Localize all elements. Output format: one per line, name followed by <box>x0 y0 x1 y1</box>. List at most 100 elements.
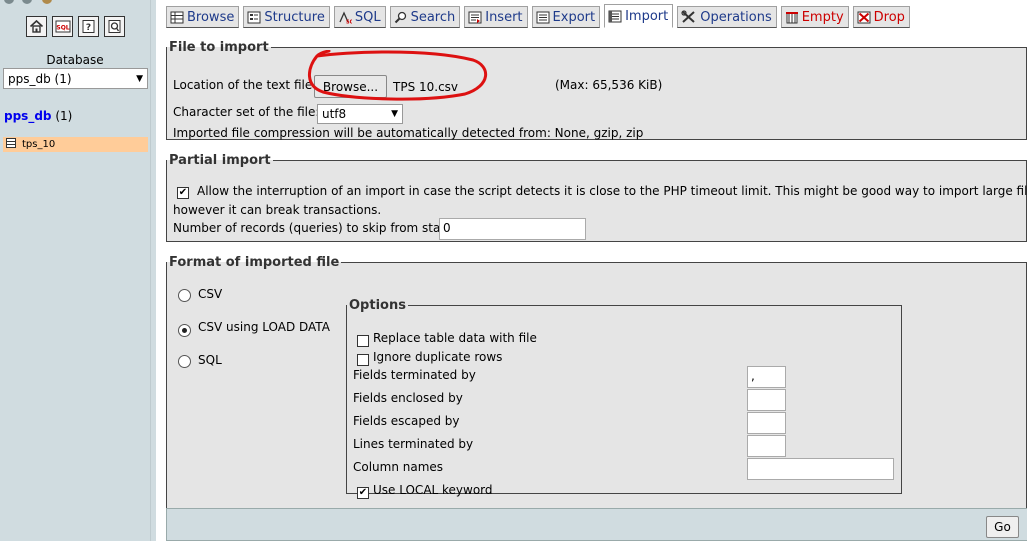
ignore-duplicates-label: Ignore duplicate rows <box>373 350 503 364</box>
tab-label: Import <box>625 8 669 24</box>
table-name[interactable]: tps_10 <box>22 139 55 150</box>
format-csv-label[interactable]: CSV <box>198 287 222 301</box>
operations-icon <box>681 10 695 23</box>
charset-select[interactable]: utf8 ▼ <box>317 104 403 124</box>
table-icon[interactable] <box>6 138 16 151</box>
svg-text:?: ? <box>86 23 91 33</box>
file-to-import-section: File to import Location of the text file… <box>166 40 1027 140</box>
database-label: Database <box>46 53 104 67</box>
tab-label: Insert <box>485 9 523 25</box>
file-to-import-legend: File to import <box>169 40 269 55</box>
radio-button[interactable] <box>178 355 191 368</box>
tab-label: Search <box>410 9 456 25</box>
tab-structure[interactable]: Structure <box>243 6 330 28</box>
export-icon <box>536 11 550 23</box>
replace-data-checkbox[interactable] <box>357 333 369 347</box>
database-link[interactable]: pps_db (1) <box>4 109 72 123</box>
tab-sql[interactable]: SQL SQL <box>333 6 386 28</box>
format-option-csv[interactable] <box>178 289 191 305</box>
sql-query-icon[interactable]: SQL <box>52 16 73 37</box>
navigation-sidebar: SQL ? Database pps_db (1) ▼ pps_db (1) t… <box>0 0 150 541</box>
partial-import-legend: Partial import <box>169 153 271 168</box>
radio-button[interactable] <box>178 289 191 302</box>
structure-icon <box>247 11 261 23</box>
home-icon[interactable] <box>26 16 47 37</box>
format-option-csv-load-data[interactable] <box>178 322 191 337</box>
go-button[interactable]: Go <box>986 516 1019 538</box>
radio-button[interactable] <box>178 324 191 337</box>
allow-interrupt-checkbox[interactable]: ✔ <box>177 185 189 199</box>
decorative-bump <box>42 0 52 4</box>
svg-text:SQL: SQL <box>56 25 69 32</box>
tab-label: Empty <box>801 9 844 25</box>
lines-terminated-label: Lines terminated by <box>353 437 474 451</box>
fields-enclosed-label: Fields enclosed by <box>353 391 463 405</box>
skip-records-input[interactable]: 0 <box>439 218 586 240</box>
partial-import-section: Partial import ✔ Allow the interruption … <box>166 153 1027 242</box>
browse-button[interactable]: Browse... <box>314 75 387 98</box>
sidebar-item-table[interactable]: tps_10 <box>3 137 148 152</box>
decorative-bump <box>4 0 14 4</box>
format-option-sql[interactable] <box>178 355 191 371</box>
sql-window-icon[interactable] <box>104 16 125 37</box>
tab-browse[interactable]: Browse <box>166 6 240 28</box>
column-names-label: Column names <box>353 460 444 474</box>
fields-escaped-label: Fields escaped by <box>353 414 460 428</box>
charset-label: Character set of the file: <box>173 105 320 119</box>
use-local-label: Use LOCAL keyword <box>373 483 493 497</box>
checkbox-box <box>357 334 369 347</box>
fields-enclosed-input[interactable] <box>747 389 786 411</box>
radio-selected-dot <box>182 328 187 333</box>
tab-insert[interactable]: Insert <box>464 6 528 28</box>
ignore-duplicates-checkbox[interactable] <box>357 352 369 366</box>
chevron-down-icon: ▼ <box>391 109 398 119</box>
tab-export[interactable]: Export <box>531 6 601 28</box>
svg-text:SQL: SQL <box>346 19 352 24</box>
allow-interrupt-label: Allow the interruption of an import in c… <box>197 184 1027 198</box>
tab-search[interactable]: Search <box>389 6 461 28</box>
tab-import[interactable]: Import <box>604 4 674 28</box>
format-sql-label[interactable]: SQL <box>198 353 222 367</box>
options-legend: Options <box>349 298 406 313</box>
chevron-down-icon: ▼ <box>136 73 143 84</box>
skip-records-label: Number of records (queries) to skip from… <box>173 221 451 235</box>
replace-data-label: Replace table data with file <box>373 331 537 345</box>
sql-icon: SQL <box>339 10 352 24</box>
tab-label: Browse <box>187 9 235 25</box>
drop-icon <box>857 11 871 23</box>
tab-empty[interactable]: Empty <box>780 6 849 28</box>
database-name[interactable]: pps_db <box>4 109 52 123</box>
tab-label: Export <box>552 9 596 25</box>
help-icon[interactable]: ? <box>78 16 99 37</box>
insert-icon <box>468 11 482 23</box>
column-names-input[interactable] <box>747 458 894 480</box>
lines-terminated-input[interactable] <box>747 435 786 457</box>
search-icon <box>394 11 406 23</box>
database-select[interactable]: pps_db (1) ▼ <box>3 68 148 89</box>
empty-icon <box>785 11 798 23</box>
location-label: Location of the text file <box>173 78 313 92</box>
tab-operations[interactable]: Operations <box>677 6 777 28</box>
selected-file-name: TPS 10.csv <box>393 80 459 94</box>
use-local-checkbox[interactable]: ✔ <box>357 485 369 499</box>
format-section: Format of imported file CSV CSV using LO… <box>166 255 1027 508</box>
database-table-count: (1) <box>55 109 73 123</box>
decorative-bump <box>22 0 32 4</box>
tab-drop[interactable]: Drop <box>852 6 910 28</box>
fields-terminated-input[interactable]: , <box>747 366 786 388</box>
import-icon <box>608 10 622 22</box>
checkmark-icon: ✔ <box>357 486 369 499</box>
charset-value: utf8 <box>322 107 347 121</box>
fields-escaped-input[interactable] <box>747 412 786 434</box>
browse-icon <box>170 11 184 23</box>
tab-label: Operations <box>700 9 772 25</box>
tab-label: Structure <box>264 9 325 25</box>
tab-label: SQL <box>354 9 381 25</box>
form-footer: Go <box>166 508 1027 541</box>
format-csv-load-data-label[interactable]: CSV using LOAD DATA <box>198 320 330 334</box>
fields-terminated-label: Fields terminated by <box>353 368 476 382</box>
frame-divider[interactable] <box>150 0 156 541</box>
allow-interrupt-label-cont: however it can break transactions. <box>173 203 382 217</box>
options-section: Options Replace table data with file Ign… <box>346 298 902 499</box>
compression-note: Imported file compression will be automa… <box>173 126 644 140</box>
